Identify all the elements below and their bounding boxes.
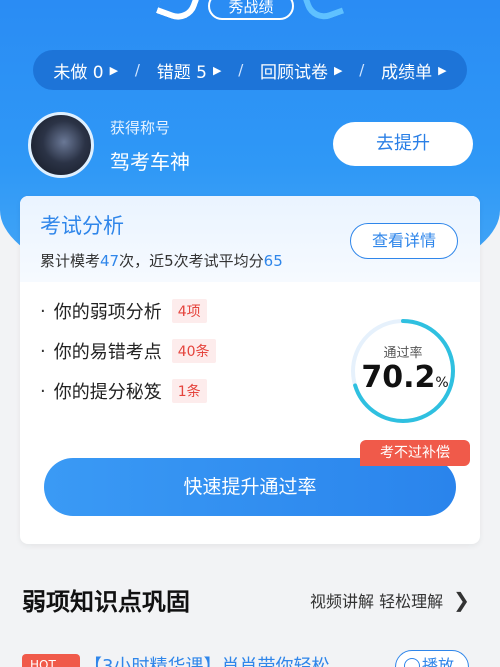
exam-analysis-card: 考试分析 累计模考47次，近5次考试平均分65 查看详情 · 你的弱项分析 4项…: [20, 196, 480, 544]
nav-undone-label: 未做 0: [53, 62, 104, 83]
analysis-summary: 累计模考47次，近5次考试平均分65: [40, 250, 283, 271]
error-prone-item[interactable]: · 你的易错考点 40条: [40, 338, 216, 364]
nav-wrong-questions[interactable]: 错题 5 ▶: [157, 58, 222, 83]
video-explain-link[interactable]: 视频讲解 轻松理解 ❯: [310, 588, 470, 612]
nav-wrong-label: 错题 5: [156, 62, 207, 83]
section-title: 弱项知识点巩固: [22, 588, 190, 616]
nav-divider: /: [238, 61, 244, 79]
pass-rate-number: 70.2: [361, 360, 436, 395]
title-label: 获得称号: [110, 119, 171, 137]
analysis-title: 考试分析: [40, 214, 124, 238]
pass-rate-value: 70.2%: [350, 360, 460, 395]
bullet-dot: ·: [40, 300, 46, 322]
nav-review-paper[interactable]: 回顾试卷 ▶: [260, 58, 342, 83]
triangle-right-icon: ▶: [109, 63, 119, 77]
result-nav-bar: 未做 0 ▶ / 错题 5 ▶ / 回顾试卷 ▶ / 成绩单 ▶: [33, 50, 467, 90]
avg-score: 65: [263, 252, 283, 270]
video-explain-text: 视频讲解 轻松理解: [310, 592, 444, 611]
show-score-button[interactable]: 秀战绩: [208, 0, 294, 20]
course-list-item[interactable]: HOT 【3小时精华课】肖肖带你轻松 播放: [0, 640, 500, 667]
title-value: 驾考车神: [110, 150, 190, 174]
triangle-right-icon: ▶: [438, 63, 447, 77]
quick-improve-button[interactable]: 快速提升通过率: [44, 458, 456, 516]
improve-button[interactable]: 去提升: [333, 122, 473, 166]
avatar[interactable]: [28, 112, 94, 178]
nav-divider: /: [359, 61, 365, 79]
hot-label: HOT: [30, 658, 56, 667]
weak-analysis-item[interactable]: · 你的弱项分析 4项: [40, 298, 207, 324]
hot-badge: HOT: [22, 654, 80, 667]
chevron-right-icon: ❯: [453, 588, 470, 612]
summary-prefix: 累计模考: [40, 252, 101, 270]
play-button[interactable]: 播放: [395, 650, 469, 667]
compensation-badge: 考不过补偿: [360, 440, 470, 466]
pass-rate-unit: %: [435, 375, 449, 391]
summary-mid: 次，近5次考试平均分: [119, 252, 264, 270]
nav-divider: /: [134, 61, 140, 79]
item-label: 你的弱项分析: [53, 302, 162, 323]
mock-count: 47: [100, 252, 120, 270]
pass-rate-label: 通过率: [383, 346, 423, 361]
triangle-right-icon: ▶: [334, 63, 343, 77]
nav-review-label: 回顾试卷: [260, 62, 329, 83]
score-tips-item[interactable]: · 你的提分秘笈 1条: [40, 378, 207, 404]
course-title: 【3小时精华课】肖肖带你轻松: [84, 656, 330, 667]
item-label: 你的易错考点: [53, 342, 162, 363]
nav-undone[interactable]: 未做 0 ▶: [53, 58, 118, 83]
count-tag: 40条: [171, 339, 216, 363]
nav-report-label: 成绩单: [381, 62, 433, 83]
bullet-dot: ·: [40, 340, 46, 362]
count-tag: 1条: [171, 379, 207, 403]
nav-report-card[interactable]: 成绩单 ▶: [381, 58, 446, 83]
count-tag: 4项: [171, 299, 207, 323]
triangle-right-icon: ▶: [212, 63, 222, 77]
view-details-button[interactable]: 查看详情: [350, 223, 458, 259]
bullet-dot: ·: [40, 380, 46, 402]
play-label: 播放: [422, 656, 455, 667]
item-label: 你的提分秘笈: [53, 382, 162, 403]
play-icon: [404, 658, 420, 667]
